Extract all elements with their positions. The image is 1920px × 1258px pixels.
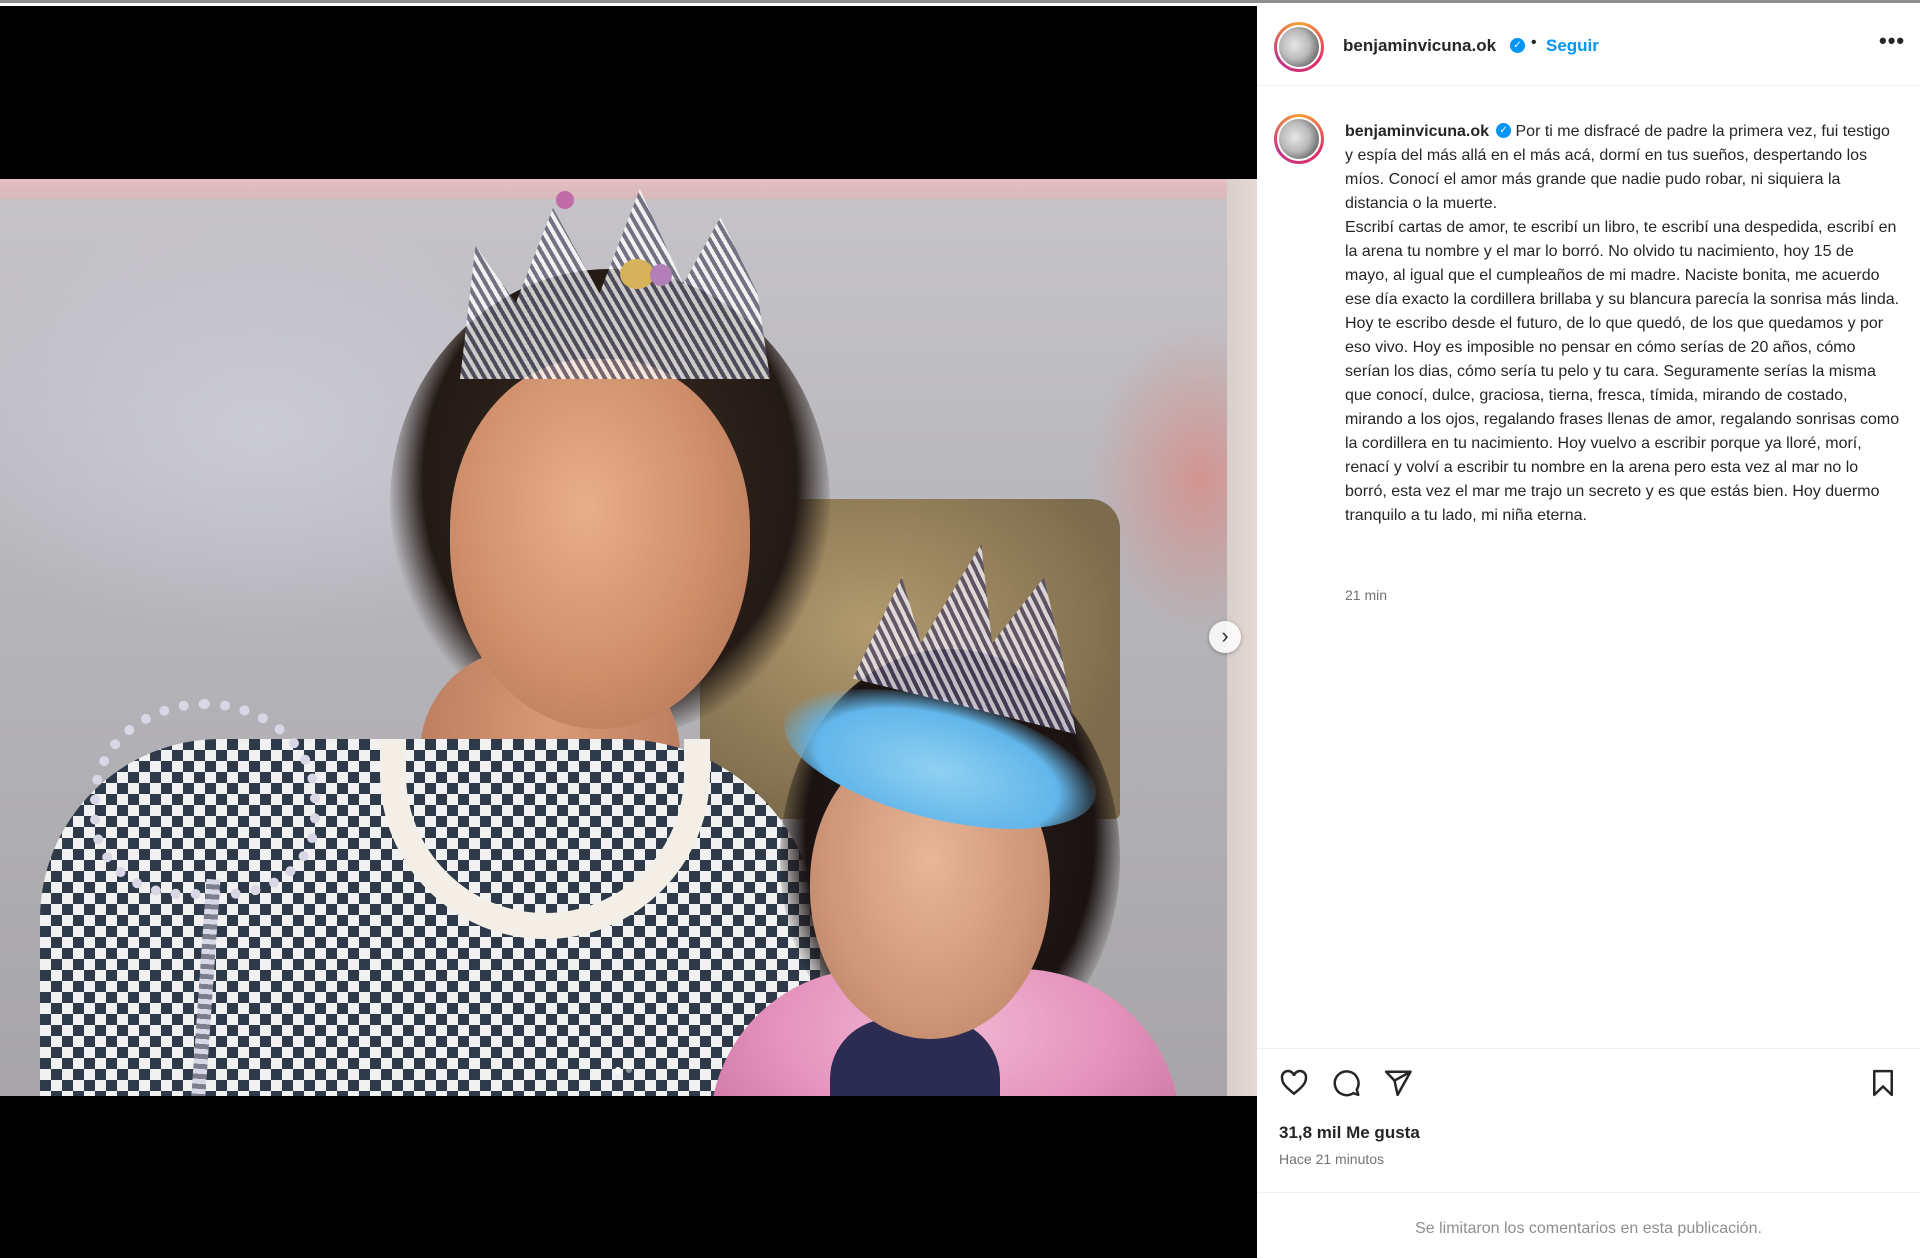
share-icon (1384, 1070, 1412, 1097)
post-window: › benjaminvicuna.ok ✓ • Seguir ••• benja… (0, 0, 1920, 1258)
profile-avatar[interactable] (1274, 22, 1324, 72)
comments-notice-text: Se limitaron los comentarios en esta pub… (1415, 1220, 1762, 1237)
more-options-icon[interactable]: ••• (1879, 28, 1905, 54)
caption-text-continued: Escribí cartas de amor, te escribí un li… (1345, 219, 1900, 524)
carousel-dots (615, 1067, 632, 1073)
header-username[interactable]: benjaminvicuna.ok (1343, 36, 1496, 56)
comment-icon (1333, 1070, 1360, 1097)
carousel-dot (626, 1067, 632, 1073)
next-image-button[interactable]: › (1209, 621, 1241, 653)
post-caption: benjaminvicuna.ok ✓ Por ti me disfracé de… (1345, 120, 1900, 528)
comments-limited-notice: Se limitaron los comentarios en esta pub… (1257, 1192, 1920, 1258)
carousel-dot (615, 1067, 621, 1073)
share-button[interactable] (1381, 1066, 1415, 1100)
separator: • (1531, 34, 1537, 51)
post-photo (0, 179, 1257, 1096)
caption-avatar[interactable] (1274, 114, 1324, 164)
follow-button[interactable]: Seguir (1546, 36, 1599, 56)
caption-timestamp[interactable]: 21 min (1345, 587, 1387, 603)
verified-badge-icon: ✓ (1496, 123, 1512, 139)
comment-button[interactable] (1329, 1066, 1363, 1100)
save-button[interactable] (1866, 1066, 1900, 1100)
bookmark-icon (1873, 1069, 1893, 1097)
post-sidebar: benjaminvicuna.ok ✓ • Seguir ••• benjami… (1257, 6, 1920, 1258)
likes-count[interactable]: 31,8 mil Me gusta (1279, 1123, 1420, 1143)
actions-divider (1257, 1048, 1920, 1049)
like-button[interactable] (1277, 1066, 1311, 1100)
heart-icon (1280, 1069, 1308, 1096)
posted-time: Hace 21 minutos (1279, 1151, 1385, 1167)
post-header: benjaminvicuna.ok ✓ • Seguir ••• (1257, 6, 1920, 86)
verified-badge-icon: ✓ (1510, 38, 1525, 53)
caption-username[interactable]: benjaminvicuna.ok (1345, 123, 1489, 140)
media-panel: › (0, 6, 1257, 1258)
chevron-right-icon: › (1221, 623, 1229, 648)
